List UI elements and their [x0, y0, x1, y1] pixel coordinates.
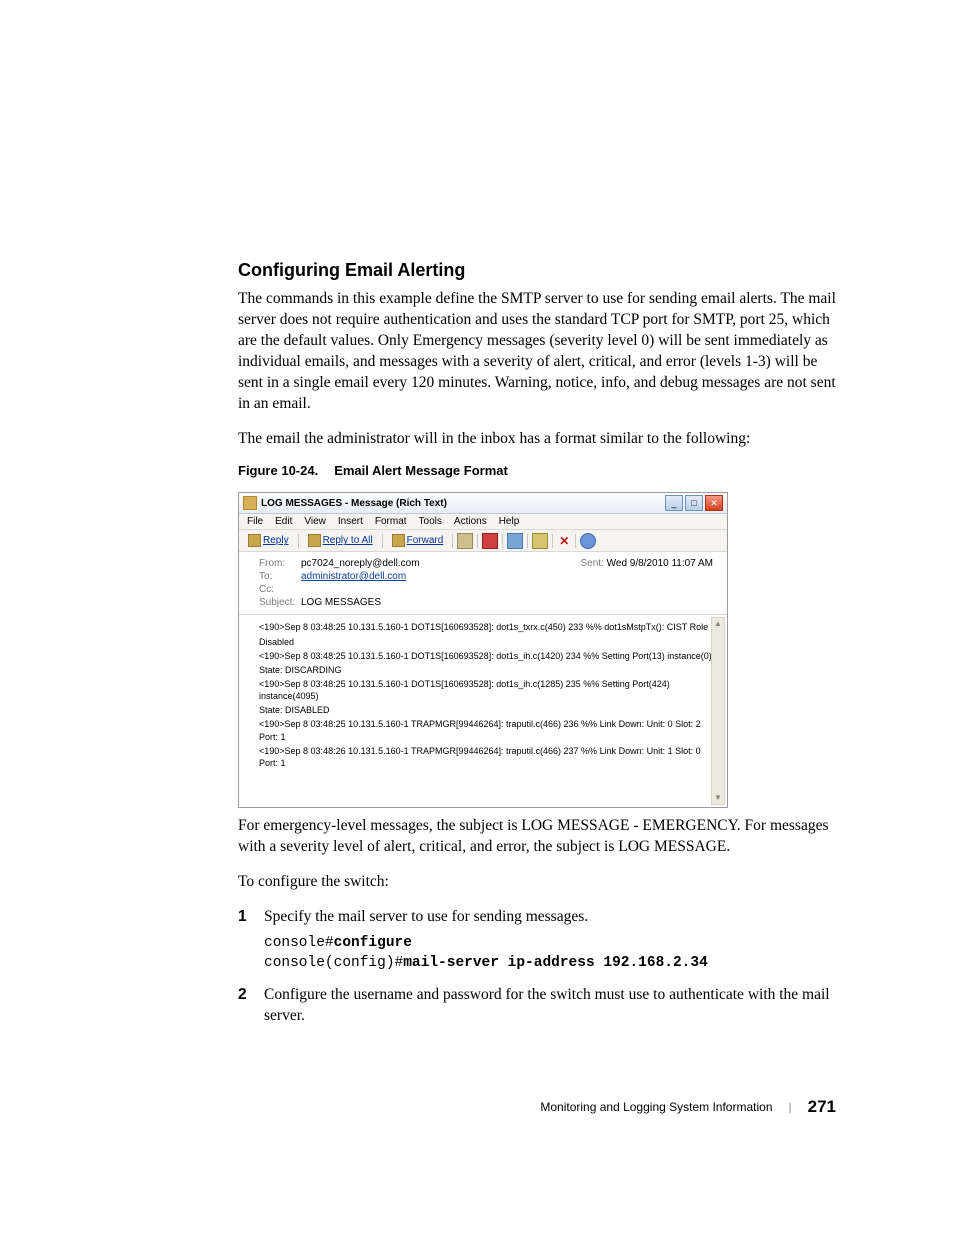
figure-number: Figure 10-24. — [238, 463, 318, 478]
menu-format[interactable]: Format — [375, 516, 407, 527]
scroll-down-icon[interactable]: ▼ — [712, 792, 724, 804]
toolbar: Reply Reply to All Forward ✕ — [239, 530, 727, 552]
from-label: From: — [259, 558, 301, 569]
scrollbar[interactable]: ▲ ▼ — [711, 617, 725, 805]
menubar: File Edit View Insert Format Tools Actio… — [239, 514, 727, 530]
step-1: 1 Specify the mail server to use for sen… — [238, 907, 836, 973]
sent-label: Sent: — [580, 558, 603, 569]
code-block: console#configure console(config)#mail-s… — [264, 934, 836, 973]
reply-all-button[interactable]: Reply to All — [303, 532, 378, 549]
footer-divider: | — [789, 1100, 792, 1114]
forward-button[interactable]: Forward — [387, 532, 449, 549]
delete-icon[interactable]: ✕ — [557, 534, 571, 548]
maximize-button[interactable]: □ — [685, 495, 703, 511]
figure-title: Email Alert Message Format — [334, 463, 508, 478]
titlebar: LOG MESSAGES - Message (Rich Text) _ □ ✕ — [239, 493, 727, 514]
folder-icon[interactable] — [532, 533, 548, 549]
step-text: Specify the mail server to use for sendi… — [264, 908, 588, 925]
log-line: <190>Sep 8 03:48:25 10.131.5.160-1 DOT1S… — [259, 650, 713, 662]
to-value: administrator@dell.com — [301, 571, 406, 582]
body-paragraph-4: To configure the switch: — [238, 872, 836, 893]
log-line: <190>Sep 8 03:48:25 10.131.5.160-1 TRAPM… — [259, 718, 713, 742]
page-number: 271 — [808, 1097, 836, 1117]
log-line: Disabled — [259, 636, 713, 648]
log-line: <190>Sep 8 03:48:25 10.131.5.160-1 DOT1S… — [259, 678, 713, 702]
scroll-up-icon[interactable]: ▲ — [712, 618, 724, 630]
menu-actions[interactable]: Actions — [454, 516, 487, 527]
log-line: <190>Sep 8 03:48:26 10.131.5.160-1 TRAPM… — [259, 745, 713, 769]
sent-value: Wed 9/8/2010 11:07 AM — [607, 558, 713, 569]
body-paragraph-2: The email the administrator will in the … — [238, 429, 836, 450]
close-button[interactable]: ✕ — [705, 495, 723, 511]
from-value: pc7024_noreply@dell.com — [301, 558, 420, 569]
menu-insert[interactable]: Insert — [338, 516, 363, 527]
figure-caption: Figure 10-24. Email Alert Message Format — [238, 463, 836, 478]
step-text: Configure the username and password for … — [264, 986, 830, 1024]
log-line: State: DISCARDING — [259, 664, 713, 676]
step-number: 1 — [238, 907, 247, 928]
to-label: To: — [259, 571, 301, 582]
menu-edit[interactable]: Edit — [275, 516, 292, 527]
categorize-icon[interactable] — [507, 533, 523, 549]
flag-icon[interactable] — [482, 533, 498, 549]
subject-label: Subject: — [259, 597, 301, 608]
forward-icon — [392, 534, 405, 547]
menu-tools[interactable]: Tools — [419, 516, 442, 527]
chapter-title: Monitoring and Logging System Informatio… — [540, 1100, 772, 1114]
menu-view[interactable]: View — [304, 516, 326, 527]
log-line: <190>Sep 8 03:48:25 10.131.5.160-1 DOT1S… — [259, 621, 713, 633]
log-line: State: DISABLED — [259, 704, 713, 716]
cc-label: Cc: — [259, 584, 301, 595]
window-title: LOG MESSAGES - Message (Rich Text) — [261, 498, 447, 509]
mail-body: <190>Sep 8 03:48:25 10.131.5.160-1 DOT1S… — [239, 615, 727, 807]
minimize-button[interactable]: _ — [665, 495, 683, 511]
reply-icon — [248, 534, 261, 547]
step-2: 2 Configure the username and password fo… — [238, 985, 836, 1027]
body-paragraph-1: The commands in this example define the … — [238, 289, 836, 415]
email-screenshot: LOG MESSAGES - Message (Rich Text) _ □ ✕… — [238, 492, 728, 808]
body-paragraph-3: For emergency-level messages, the subjec… — [238, 816, 836, 858]
mail-header: Sent: Wed 9/8/2010 11:07 AM From:pc7024_… — [239, 552, 727, 615]
menu-file[interactable]: File — [247, 516, 263, 527]
reply-all-icon — [308, 534, 321, 547]
help-icon[interactable] — [580, 533, 596, 549]
section-heading: Configuring Email Alerting — [238, 260, 836, 281]
print-icon[interactable] — [457, 533, 473, 549]
page-footer: Monitoring and Logging System Informatio… — [540, 1097, 836, 1117]
reply-button[interactable]: Reply — [243, 532, 294, 549]
step-number: 2 — [238, 985, 247, 1006]
subject-value: LOG MESSAGES — [301, 597, 381, 608]
menu-help[interactable]: Help — [499, 516, 520, 527]
steps-list: 1 Specify the mail server to use for sen… — [238, 907, 836, 1027]
window-icon — [243, 496, 257, 510]
